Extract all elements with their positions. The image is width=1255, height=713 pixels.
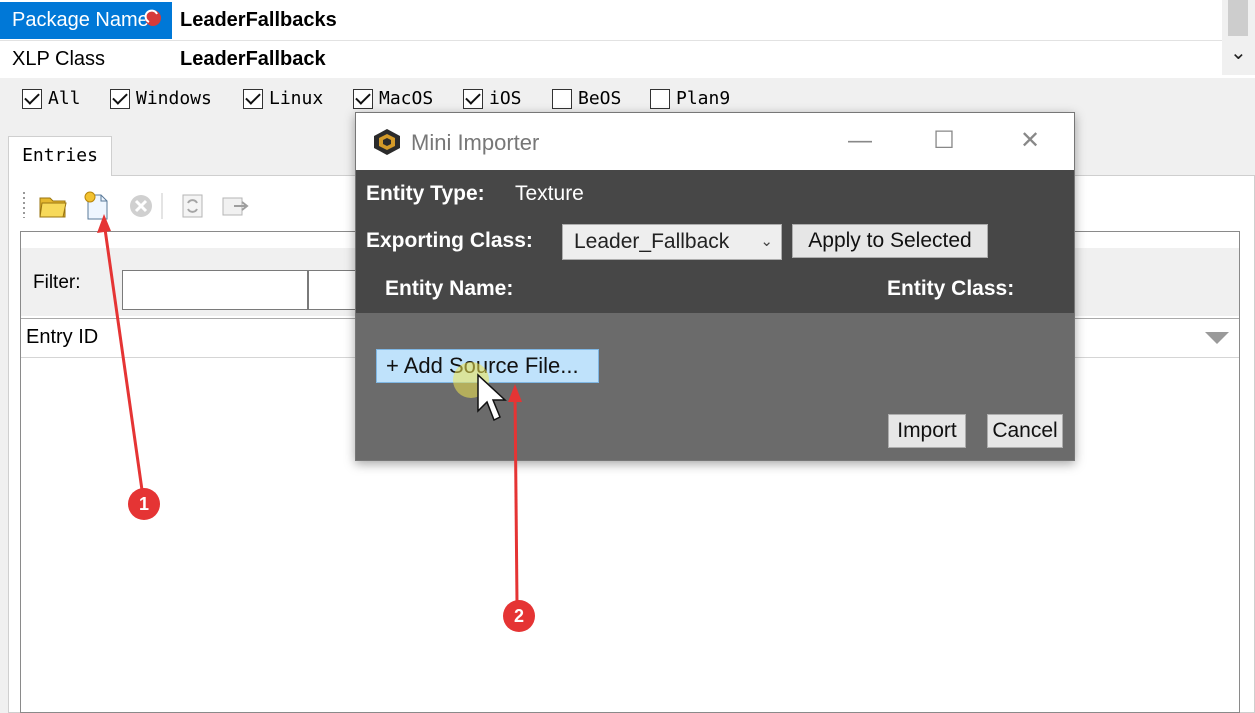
- dialog-title: Mini Importer: [411, 130, 540, 155]
- checkbox-macos[interactable]: MacOS: [353, 87, 433, 111]
- property-row-xlp-class[interactable]: XLP Class LeaderFallback: [0, 41, 1222, 78]
- checkbox-linux[interactable]: Linux: [243, 87, 323, 111]
- entity-name-header: Entity Name:: [385, 277, 514, 300]
- checkbox-label: iOS: [489, 88, 522, 109]
- filter-label: Filter:: [33, 272, 81, 293]
- checkbox-label: All: [48, 88, 81, 109]
- checkbox-box[interactable]: [110, 89, 130, 109]
- sort-dropdown-icon[interactable]: [1205, 332, 1229, 344]
- checkbox-box[interactable]: [463, 89, 483, 109]
- annotation-badge-2: 2: [503, 600, 535, 632]
- toolbar-grip[interactable]: [23, 192, 25, 218]
- dialog-titlebar[interactable]: Mini Importer — ☐ ✕: [356, 113, 1074, 170]
- cancel-button[interactable]: Cancel: [987, 414, 1063, 448]
- app-logo-icon: [372, 128, 402, 161]
- tab-entries[interactable]: Entries: [8, 136, 112, 176]
- annotation-badge-1: 1: [128, 488, 160, 520]
- property-value[interactable]: LeaderFallbacks: [180, 2, 337, 39]
- maximize-icon[interactable]: ☐: [924, 125, 964, 157]
- exporting-class-select[interactable]: Leader_Fallback ⌄: [562, 224, 782, 260]
- minimize-icon[interactable]: —: [840, 125, 880, 157]
- chevron-down-icon[interactable]: ⌄: [1230, 40, 1247, 65]
- checkbox-beos[interactable]: BeOS: [552, 87, 621, 111]
- new-file-icon[interactable]: [82, 189, 112, 221]
- close-icon[interactable]: ✕: [1010, 125, 1050, 157]
- apply-to-selected-button[interactable]: Apply to Selected: [792, 224, 988, 258]
- checkbox-box[interactable]: [650, 89, 670, 109]
- checkbox-box[interactable]: [552, 89, 572, 109]
- checkbox-all[interactable]: All: [22, 87, 81, 111]
- delete-icon[interactable]: [126, 189, 156, 221]
- column-header-label: Entry ID: [26, 326, 99, 348]
- property-value[interactable]: LeaderFallback: [180, 41, 326, 78]
- exporting-class-label: Exporting Class:: [366, 229, 533, 252]
- cursor-highlight: [453, 362, 489, 398]
- toolbar-separator: [160, 189, 164, 221]
- checkbox-label: BeOS: [578, 88, 622, 109]
- checkbox-box[interactable]: [22, 89, 42, 109]
- checkbox-label: Windows: [136, 88, 212, 109]
- chevron-down-icon: ⌄: [760, 233, 773, 250]
- filter-input[interactable]: [122, 270, 308, 310]
- entity-class-header: Entity Class:: [887, 277, 1015, 300]
- entity-type-label: Entity Type:: [366, 182, 485, 205]
- checkbox-label: MacOS: [379, 88, 434, 109]
- checkbox-label: Plan9: [676, 88, 731, 109]
- import-button[interactable]: Import: [888, 414, 966, 448]
- entity-type-value: Texture: [515, 182, 584, 205]
- property-row-package-name[interactable]: Package Name LeaderFallbacks: [0, 2, 1222, 39]
- scrollbar-thumb[interactable]: [1228, 0, 1248, 36]
- refresh-icon[interactable]: [178, 189, 208, 221]
- mini-importer-dialog: Mini Importer — ☐ ✕ Entity Type: Texture…: [355, 112, 1075, 461]
- export-icon[interactable]: [220, 189, 250, 221]
- checkbox-box[interactable]: [243, 89, 263, 109]
- property-key: Package Name: [0, 2, 172, 39]
- checkbox-box[interactable]: [353, 89, 373, 109]
- open-folder-icon[interactable]: [38, 189, 68, 221]
- checkbox-label: Linux: [269, 88, 324, 109]
- property-scrollbar[interactable]: ⌄: [1222, 0, 1255, 75]
- checkbox-ios[interactable]: iOS: [463, 87, 522, 111]
- checkbox-windows[interactable]: Windows: [110, 87, 212, 111]
- checkbox-plan9[interactable]: Plan9: [650, 87, 730, 111]
- exporting-class-value: Leader_Fallback: [574, 230, 730, 253]
- property-key: XLP Class: [12, 48, 106, 70]
